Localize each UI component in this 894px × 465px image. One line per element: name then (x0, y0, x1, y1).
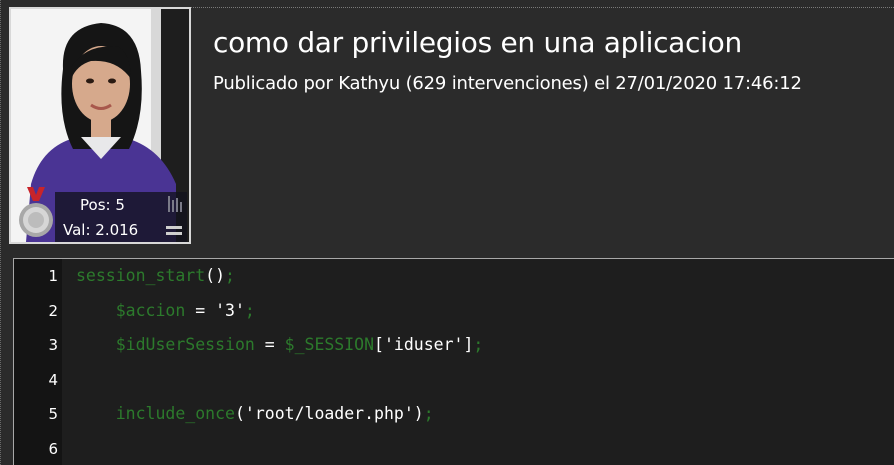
code-token: = (185, 300, 216, 320)
post-meta: Publicado por Kathyu (629 intervenciones… (213, 73, 802, 94)
code-token: = (254, 335, 285, 355)
line-code: $idUserSession = $_SESSION['iduser']; (76, 328, 484, 363)
post-title: como dar privilegios en una aplicacion (213, 26, 742, 59)
line-number: 3 (48, 336, 58, 355)
code-token: '3' (215, 300, 245, 320)
code-token: $_SESSION (284, 335, 375, 355)
code-token: () (205, 266, 226, 285)
code-token: ; (244, 300, 255, 320)
code-block: 1 session_start(); 2 $accion = '3'; 3 $idUs… (13, 258, 894, 465)
left-divider (0, 0, 1, 465)
line-number: 1 (48, 267, 58, 285)
bar-chart-icon (168, 196, 182, 212)
line-number: 4 (48, 370, 58, 389)
forum-post-page: Pos: 5 Val: 2.016 como dar privilegios e… (0, 0, 894, 465)
line-code: session_start(); (76, 259, 235, 294)
code-token: ['iduser'] (374, 335, 474, 355)
code-line: 2 $accion = '3'; (14, 294, 894, 329)
line-number: 5 (48, 405, 58, 424)
code-token: $accion (115, 300, 186, 320)
code-lines: 1 session_start(); 2 $accion = '3'; 3 $idUs… (14, 259, 894, 465)
code-token: ; (473, 335, 484, 355)
code-token: ('root/loader.php') (234, 404, 424, 424)
author-avatar-card[interactable]: Pos: 5 Val: 2.016 (9, 7, 191, 244)
silver-medal-icon (19, 187, 53, 237)
code-token: $idUserSession (115, 335, 255, 355)
line-number: 6 (48, 439, 58, 458)
ranking-position: Pos: 5 (80, 196, 125, 214)
line-number: 2 (48, 301, 58, 320)
code-line: 6 (14, 432, 894, 465)
code-token: ; (423, 404, 434, 424)
code-line: 4 (14, 363, 894, 398)
code-token: ; (225, 266, 235, 285)
code-line: 5 include_once('root/loader.php'); (14, 397, 894, 432)
line-code: include_once('root/loader.php'); (76, 397, 434, 432)
code-line: 1 session_start(); (14, 259, 894, 294)
code-line: 3 $idUserSession = $_SESSION['iduser']; (14, 328, 894, 363)
code-token: include_once (115, 404, 235, 424)
top-divider (190, 7, 894, 8)
equals-icon (166, 226, 182, 235)
author-stats: Pos: 5 Val: 2.016 (55, 192, 187, 242)
ranking-value: Val: 2.016 (63, 221, 139, 239)
code-token: session_start (76, 266, 206, 285)
line-code: $accion = '3'; (76, 294, 255, 329)
